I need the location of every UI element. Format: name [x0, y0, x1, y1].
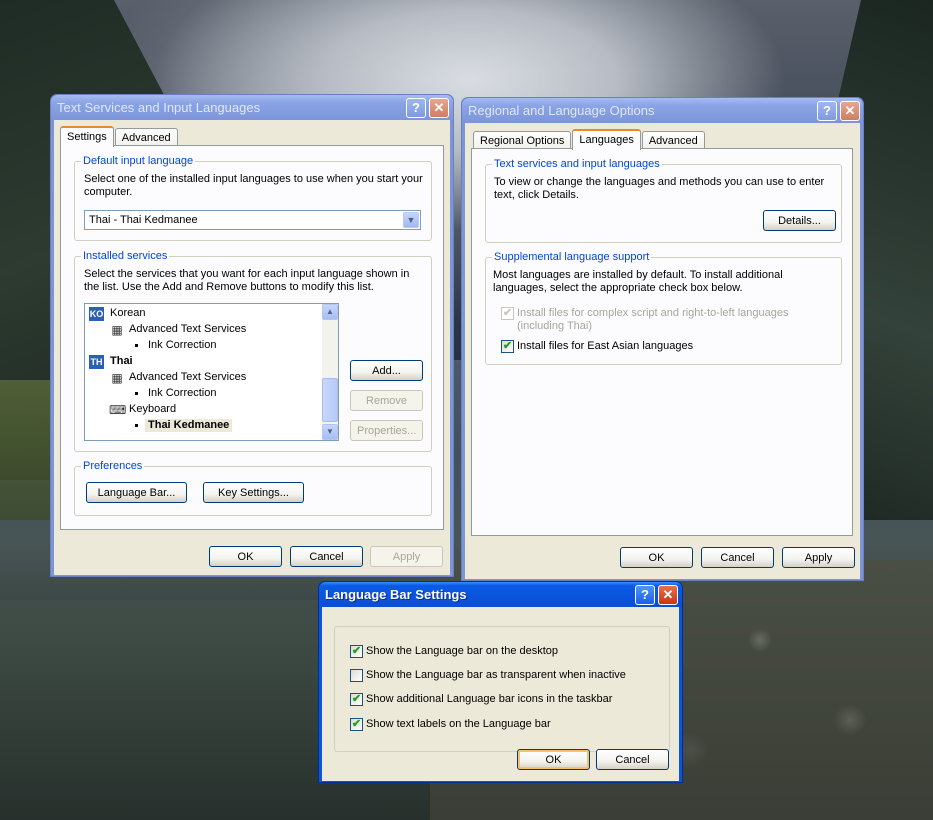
properties-button[interactable]: Properties... — [350, 420, 423, 441]
supplemental-legend: Supplemental language support — [492, 251, 652, 263]
close-icon[interactable]: ✕ — [840, 101, 860, 121]
language-bar-body: ✔ Show the Language bar on the desktop S… — [322, 607, 679, 781]
text-services-window: Text Services and Input Languages ? ✕ Se… — [50, 94, 454, 577]
east-asian-label: Install files for East Asian languages — [517, 340, 694, 352]
list-item-thai-ats[interactable]: Advanced Text Services — [129, 371, 246, 384]
language-bar-titlebar[interactable]: Language Bar Settings ? ✕ — [319, 582, 682, 607]
language-bar-window: Language Bar Settings ? ✕ ✔ Show the Lan… — [318, 581, 683, 783]
additional-icons-checkbox[interactable]: ✔ — [350, 693, 363, 706]
installed-services-list[interactable]: KO Korean ▦ Advanced Text Services Ink C… — [84, 303, 339, 441]
regional-title: Regional and Language Options — [468, 103, 655, 118]
language-bar-title: Language Bar Settings — [325, 587, 467, 602]
text-services-description: To view or change the languages and meth… — [494, 176, 825, 201]
chevron-down-icon[interactable]: ▼ — [403, 212, 419, 228]
regional-window: Regional and Language Options ? ✕ Region… — [461, 97, 864, 581]
apply-button[interactable]: Apply — [782, 547, 855, 568]
complex-script-label: Install files for complex script and rig… — [517, 307, 789, 332]
installed-services-group: Installed services Select the services t… — [74, 250, 432, 452]
default-input-legend: Default input language — [81, 155, 196, 167]
list-item-keyboard[interactable]: Keyboard — [129, 403, 176, 416]
text-services-legend: Text services and input languages — [492, 158, 662, 170]
apply-button[interactable]: Apply — [370, 546, 443, 567]
default-input-description: Select one of the installed input langua… — [84, 173, 423, 198]
cancel-button[interactable]: Cancel — [701, 547, 774, 568]
list-item-thai-kedmanee[interactable]: Thai Kedmanee — [145, 419, 233, 432]
help-icon[interactable]: ? — [635, 585, 655, 605]
text-services-titlebar[interactable]: Text Services and Input Languages ? ✕ — [51, 95, 453, 120]
additional-icons-label: Show additional Language bar icons in th… — [366, 693, 613, 705]
ok-button[interactable]: OK — [620, 547, 693, 568]
keyboard-icon: ⌨ — [109, 403, 127, 417]
text-services-icon: ▦ — [111, 371, 123, 385]
cancel-button[interactable]: Cancel — [596, 749, 669, 770]
show-desktop-label: Show the Language bar on the desktop — [366, 645, 559, 657]
korean-flag-icon: KO — [89, 307, 104, 321]
text-services-group: Text services and input languages To vie… — [485, 158, 842, 243]
details-button[interactable]: Details... — [763, 210, 836, 231]
bullet-icon — [135, 424, 138, 427]
cancel-button[interactable]: Cancel — [290, 546, 363, 567]
list-item-korean-ink[interactable]: Ink Correction — [148, 339, 216, 352]
language-bar-options-group: ✔ Show the Language bar on the desktop S… — [334, 626, 670, 752]
preferences-legend: Preferences — [81, 460, 145, 472]
thai-flag-icon: TH — [89, 355, 104, 369]
ok-button[interactable]: OK — [209, 546, 282, 567]
text-services-tabs: Settings Advanced — [60, 126, 179, 149]
ok-button[interactable]: OK — [517, 749, 590, 770]
text-services-icon: ▦ — [111, 323, 123, 337]
complex-script-checkbox[interactable]: ✔ — [501, 307, 514, 320]
text-labels-label: Show text labels on the Language bar — [366, 718, 551, 730]
installed-services-description: Select the services that you want for ea… — [84, 268, 410, 293]
list-item-korean-ats[interactable]: Advanced Text Services — [129, 323, 246, 336]
text-labels-checkbox[interactable]: ✔ — [350, 718, 363, 731]
language-bar-button[interactable]: Language Bar... — [86, 482, 187, 503]
help-icon[interactable]: ? — [406, 98, 426, 118]
settings-tab-panel: Default input language Select one of the… — [60, 145, 444, 530]
bullet-icon — [135, 344, 138, 347]
default-input-value: Thai - Thai Kedmanee — [89, 214, 198, 226]
close-icon[interactable]: ✕ — [658, 585, 678, 605]
text-services-title: Text Services and Input Languages — [57, 100, 261, 115]
list-item-korean[interactable]: Korean — [110, 307, 145, 320]
list-item-thai[interactable]: Thai — [110, 355, 133, 368]
installed-services-legend: Installed services — [81, 250, 170, 262]
text-services-body: Settings Advanced Default input language… — [54, 120, 450, 575]
show-desktop-checkbox[interactable]: ✔ — [350, 645, 363, 658]
list-scrollbar[interactable]: ▲ ▼ — [322, 304, 338, 440]
transparent-checkbox[interactable] — [350, 669, 363, 682]
default-input-select[interactable]: Thai - Thai Kedmanee ▼ — [84, 210, 421, 230]
scroll-up-icon[interactable]: ▲ — [322, 304, 338, 320]
transparent-label: Show the Language bar as transparent whe… — [366, 669, 626, 681]
bullet-icon — [135, 392, 138, 395]
key-settings-button[interactable]: Key Settings... — [203, 482, 304, 503]
languages-tab-panel: Text services and input languages To vie… — [471, 148, 853, 536]
regional-titlebar[interactable]: Regional and Language Options ? ✕ — [462, 98, 863, 123]
preferences-group: Preferences Language Bar... Key Settings… — [74, 460, 432, 516]
add-button[interactable]: Add... — [350, 360, 423, 381]
close-icon[interactable]: ✕ — [429, 98, 449, 118]
default-input-group: Default input language Select one of the… — [74, 155, 432, 241]
list-item-thai-ink[interactable]: Ink Correction — [148, 387, 216, 400]
supplemental-group: Supplemental language support Most langu… — [485, 251, 842, 365]
regional-tabs: Regional Options Languages Advanced — [473, 129, 706, 152]
supplemental-description: Most languages are installed by default.… — [493, 269, 783, 294]
east-asian-checkbox[interactable]: ✔ — [501, 340, 514, 353]
regional-body: Regional Options Languages Advanced Text… — [465, 123, 860, 579]
tab-languages[interactable]: Languages — [572, 129, 641, 150]
scroll-down-icon[interactable]: ▼ — [322, 424, 338, 440]
help-icon[interactable]: ? — [817, 101, 837, 121]
remove-button[interactable]: Remove — [350, 390, 423, 411]
scroll-thumb[interactable] — [322, 378, 338, 422]
tab-settings[interactable]: Settings — [60, 126, 114, 147]
